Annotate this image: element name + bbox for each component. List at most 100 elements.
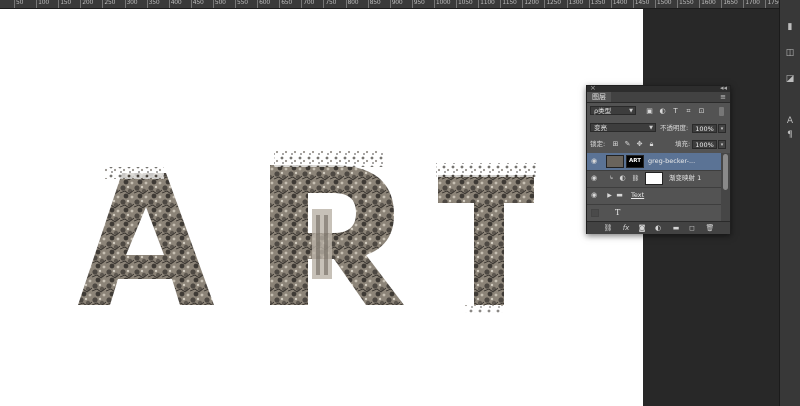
layers-list: ◉ ART greg-becker-... ◉ ↳ ◐ ⛓︎ 渐变映射 1 ◉ … bbox=[587, 153, 721, 222]
ruler-tick bbox=[522, 0, 524, 8]
opacity-dropdown[interactable]: ▾ bbox=[718, 124, 726, 133]
ruler-tick bbox=[146, 0, 148, 8]
blend-mode-label: 变亮 bbox=[594, 124, 607, 132]
layer-group-text[interactable]: ◉ ▶ ▬ Text bbox=[587, 187, 721, 205]
lock-all-icon[interactable]: 🔒︎ bbox=[647, 140, 656, 149]
lock-position-icon[interactable]: ✥ bbox=[635, 140, 644, 149]
adjustment-mask-thumbnail bbox=[645, 172, 663, 185]
filter-kind-label: ρ类型 bbox=[594, 107, 612, 115]
eye-icon[interactable]: ◉ bbox=[591, 157, 597, 165]
filter-kind-select[interactable]: ρ类型 ▼ bbox=[590, 106, 636, 115]
ruler-label: 1100 bbox=[480, 0, 495, 6]
lock-transparent-icon[interactable]: ⊞ bbox=[611, 140, 620, 149]
tab-layers[interactable]: 图层 bbox=[587, 92, 611, 102]
ruler-label: 850 bbox=[369, 0, 381, 6]
layer-greg-becker[interactable]: ◉ ART greg-becker-... bbox=[587, 153, 721, 171]
ruler-label: 50 bbox=[16, 0, 24, 6]
blend-mode-select[interactable]: 变亮 ▼ bbox=[590, 123, 656, 132]
ruler-tick bbox=[36, 0, 38, 8]
ruler-label: 350 bbox=[148, 0, 160, 6]
chevron-down-icon: ▼ bbox=[649, 125, 653, 131]
document-canvas[interactable] bbox=[0, 9, 643, 406]
ruler-label: 700 bbox=[303, 0, 315, 6]
eye-icon[interactable]: ◉ bbox=[591, 191, 597, 199]
ruler-label: 1250 bbox=[546, 0, 561, 6]
ruler-tick bbox=[124, 0, 126, 8]
ruler-label: 550 bbox=[237, 0, 248, 6]
ruler-tick bbox=[433, 0, 435, 8]
opacity-label: 不透明度: bbox=[660, 124, 689, 132]
ruler-label: 1000 bbox=[435, 0, 451, 6]
ruler-tick bbox=[478, 0, 480, 8]
eye-icon[interactable]: ◉ bbox=[591, 174, 597, 182]
smart-object-thumbnail-icon bbox=[606, 155, 624, 168]
layer-gradient-map[interactable]: ◉ ↳ ◐ ⛓︎ 渐变映射 1 bbox=[587, 170, 721, 188]
ruler-tick bbox=[257, 0, 259, 8]
opacity-input[interactable]: 100% bbox=[692, 124, 717, 133]
panel-tab-row: 图层 ≡ bbox=[587, 92, 730, 103]
ruler-tick bbox=[301, 0, 303, 8]
ruler-tick bbox=[544, 0, 546, 8]
visibility-off-box[interactable] bbox=[591, 209, 599, 217]
ruler-tick bbox=[765, 0, 767, 8]
fill-dropdown[interactable]: ▾ bbox=[718, 140, 726, 149]
ruler-tick bbox=[367, 0, 369, 8]
dock-paragraph-icon[interactable]: ¶ bbox=[783, 130, 797, 142]
expand-arrow-icon[interactable]: ▶ bbox=[605, 191, 614, 200]
ruler-tick bbox=[566, 0, 568, 8]
scrollbar-thumb[interactable] bbox=[723, 154, 728, 190]
ruler-label: 1400 bbox=[612, 0, 628, 6]
filter-shape-icon[interactable]: ⌗ bbox=[684, 107, 693, 116]
filter-toggle[interactable] bbox=[719, 107, 724, 116]
ruler-tick bbox=[14, 0, 15, 8]
chevron-down-icon: ▼ bbox=[629, 108, 633, 114]
trash-icon[interactable]: 🗑︎ bbox=[705, 223, 715, 233]
ruler-tick bbox=[500, 0, 502, 8]
layer-name: greg-becker-... bbox=[648, 157, 696, 165]
ruler-label: 800 bbox=[347, 0, 359, 6]
right-dock: ▮ ◫ ◪ A ¶ bbox=[780, 0, 800, 406]
filter-adjustment-icon[interactable]: ◐ bbox=[658, 107, 667, 116]
filter-type-icon[interactable]: T bbox=[671, 107, 680, 116]
ruler-label: 1300 bbox=[568, 0, 584, 6]
ruler-tick bbox=[212, 0, 214, 8]
new-layer-icon[interactable]: ◻ bbox=[687, 223, 697, 233]
mask-icon[interactable]: ◙ bbox=[637, 223, 647, 233]
ruler-tick bbox=[721, 0, 723, 8]
ruler-label: 450 bbox=[192, 0, 204, 6]
ruler-label: 300 bbox=[126, 0, 138, 6]
ruler-tick bbox=[699, 0, 701, 8]
horizontal-ruler: 50 100 150 200 250 300 350 400 450 500 550 600 650 70… bbox=[0, 0, 782, 9]
ruler-label: 950 bbox=[413, 0, 425, 6]
dock-adjust-icon[interactable]: ◪ bbox=[783, 74, 797, 86]
dock-handle-icon[interactable]: ▮ bbox=[783, 22, 797, 34]
group-icon[interactable]: ▬ bbox=[671, 223, 681, 233]
art-text-artwork bbox=[78, 151, 536, 313]
filter-smart-object-icon[interactable]: ⊡ bbox=[697, 107, 706, 116]
ruler-label: 1150 bbox=[502, 0, 517, 6]
adjustment-icon[interactable]: ◐ bbox=[653, 223, 663, 233]
fill-input[interactable]: 100% bbox=[692, 140, 717, 149]
layer-mask-thumbnail: ART bbox=[626, 155, 644, 168]
link-icon[interactable]: ⛓︎ bbox=[603, 223, 613, 233]
ruler-label: 100 bbox=[38, 0, 49, 6]
lock-label: 锁定: bbox=[590, 140, 606, 148]
filter-pixel-icon[interactable]: ▣ bbox=[645, 107, 654, 116]
layer-type[interactable]: T bbox=[587, 204, 721, 222]
chain-link-icon[interactable]: ⛓︎ bbox=[631, 174, 640, 183]
ruler-label: 200 bbox=[82, 0, 94, 6]
fx-icon[interactable]: fx bbox=[621, 223, 631, 233]
panel-menu-icon[interactable]: ≡ bbox=[720, 92, 726, 102]
collapse-icon[interactable]: ◂◂ bbox=[720, 84, 727, 92]
dock-tool-icon[interactable]: ◫ bbox=[783, 48, 797, 60]
close-icon[interactable]: × bbox=[590, 84, 596, 92]
letter-r bbox=[270, 165, 404, 305]
ruler-tick bbox=[168, 0, 170, 8]
ruler-label: 900 bbox=[391, 0, 403, 6]
ruler-tick bbox=[389, 0, 391, 8]
ruler-tick bbox=[588, 0, 590, 8]
lock-paint-icon[interactable]: ✎ bbox=[623, 140, 632, 149]
dock-type-icon[interactable]: A bbox=[783, 116, 797, 128]
letter-a bbox=[78, 173, 214, 305]
ruler-label: 500 bbox=[214, 0, 226, 6]
